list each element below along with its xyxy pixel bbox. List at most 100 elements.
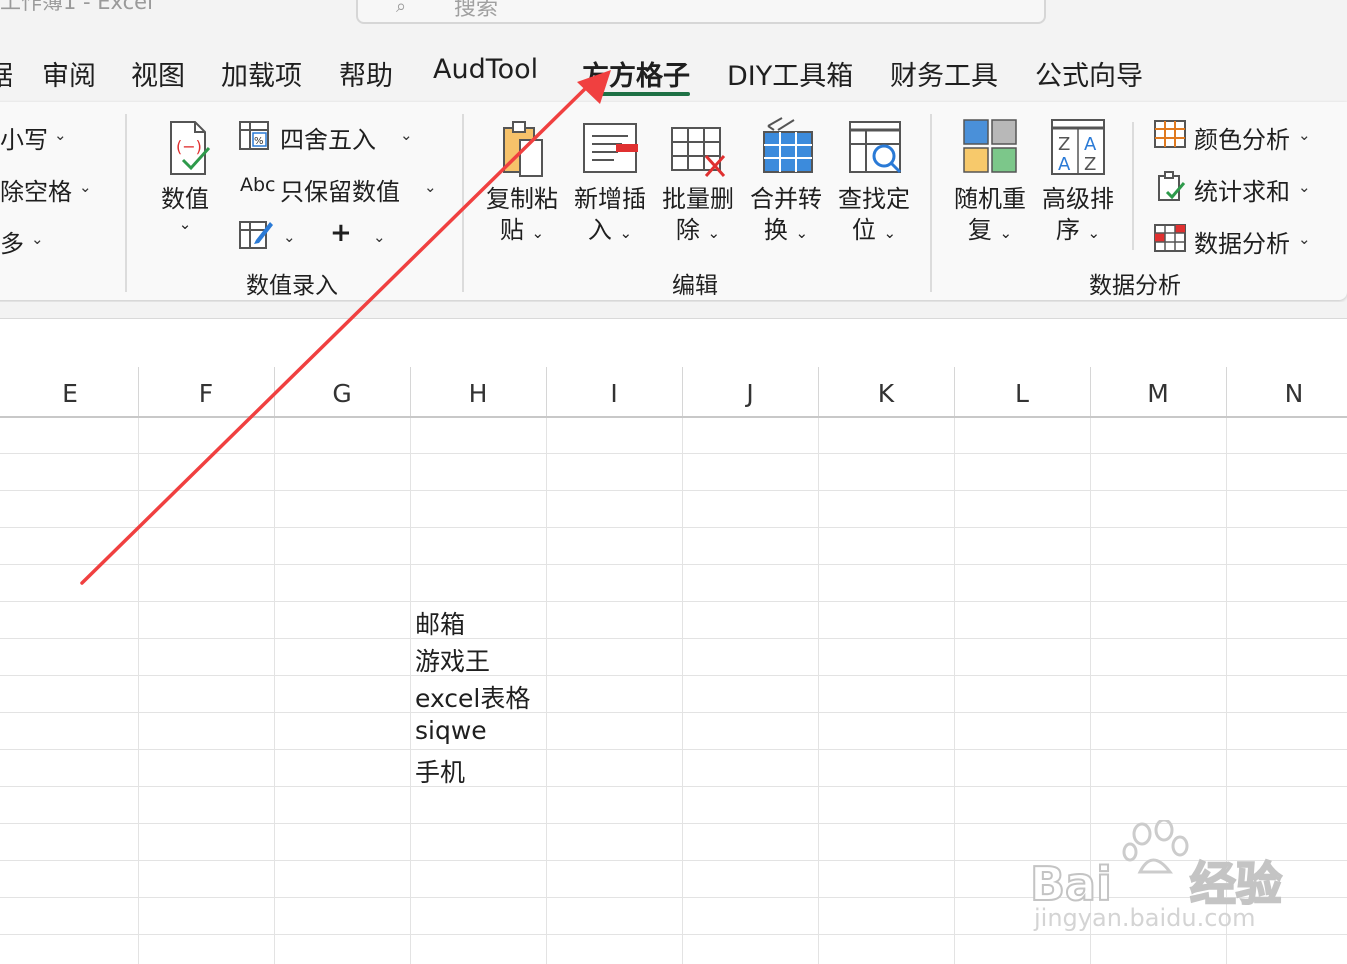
column-header-I[interactable]: I xyxy=(546,379,682,408)
advanced-sort-button[interactable]: Z A A Z 高级排 序 ⌄ xyxy=(1038,116,1118,249)
column-header-E[interactable]: E xyxy=(2,379,138,408)
round-button[interactable]: 四舍五入 xyxy=(280,120,376,155)
random-icon xyxy=(963,119,1017,173)
chevron-down-icon: ⌄ xyxy=(619,224,633,242)
column-header-M[interactable]: M xyxy=(1090,379,1226,408)
chevron-down-icon: ⌄ xyxy=(424,178,437,196)
lowercase-button[interactable]: 小写 xyxy=(0,120,48,155)
gridline xyxy=(0,527,1347,528)
group-separator xyxy=(462,114,464,292)
gridline xyxy=(0,453,1347,454)
merge-convert-icon xyxy=(763,117,813,173)
insert-label-line2: 入 ⌄ xyxy=(570,215,650,249)
group-separator xyxy=(1132,122,1134,250)
find-locate-label-line2: 位 ⌄ xyxy=(834,215,914,249)
find-icon xyxy=(849,121,902,174)
cell-H-excel[interactable]: excel表格 xyxy=(415,679,530,715)
color-analysis-icon xyxy=(1154,120,1186,148)
column-header-J[interactable]: J xyxy=(682,379,818,408)
value-button[interactable]: (−) 数值 ⌄ xyxy=(145,116,225,233)
batch-delete-button[interactable]: 批量删 除 ⌄ xyxy=(658,116,738,249)
advanced-sort-label-line2-text: 序 xyxy=(1055,216,1080,244)
group-label-numeric-entry: 数值录入 xyxy=(246,273,338,299)
merge-convert-label-line2-text: 换 xyxy=(763,216,788,244)
svg-text:(−): (−) xyxy=(176,137,202,156)
edit-grid-icon[interactable] xyxy=(238,216,274,250)
svg-text:A: A xyxy=(1084,134,1097,155)
tab-help[interactable]: 帮助 xyxy=(339,54,393,93)
random-repeat-label-line2-text: 复 xyxy=(967,216,992,244)
window-title: 工作簿1 - Excel xyxy=(0,0,153,14)
cell-H-phone[interactable]: 手机 xyxy=(415,753,465,789)
random-repeat-label-line2: 复 ⌄ xyxy=(950,215,1030,249)
group-label-edit: 编辑 xyxy=(672,273,718,299)
column-headers: E F G H I J K L M N xyxy=(0,367,1347,418)
search-box[interactable]: ⌕ 搜索 xyxy=(356,0,1046,24)
advanced-sort-label-line2: 序 ⌄ xyxy=(1038,215,1118,249)
keep-values-button[interactable]: 只保留数值 xyxy=(280,172,400,207)
batch-delete-label-line2: 除 ⌄ xyxy=(658,215,738,249)
chevron-down-icon: ⌄ xyxy=(531,224,545,242)
gridline xyxy=(546,418,547,964)
insert-rows-icon xyxy=(583,123,638,173)
tab-finance-tools[interactable]: 财务工具 xyxy=(890,54,998,93)
gridline xyxy=(0,749,1347,750)
gridline xyxy=(954,418,955,964)
column-header-N[interactable]: N xyxy=(1226,379,1347,408)
chevron-down-icon: ⌄ xyxy=(79,178,92,196)
sum-statistics-button[interactable]: 统计求和 xyxy=(1194,172,1290,207)
column-header-L[interactable]: L xyxy=(954,379,1090,408)
group-label-data-analysis: 数据分析 xyxy=(1089,273,1181,299)
more-button[interactable]: 多 xyxy=(0,224,24,259)
tab-addins[interactable]: 加载项 xyxy=(221,54,302,93)
chevron-down-icon: ⌄ xyxy=(1298,178,1311,196)
plus-button[interactable]: + xyxy=(330,218,352,248)
gridline xyxy=(682,418,683,964)
tab-view[interactable]: 视图 xyxy=(131,54,185,93)
chevron-down-icon: ⌄ xyxy=(1087,224,1101,242)
batch-delete-label-line2-text: 除 xyxy=(675,216,700,244)
find-locate-button[interactable]: 查找定 位 ⌄ xyxy=(834,116,914,249)
cell-H-siqwe[interactable]: siqwe xyxy=(415,716,487,745)
group-separator xyxy=(930,114,932,292)
watermark-brand-text: Bai xyxy=(1029,856,1113,912)
merge-convert-button[interactable]: 合并转 换 ⌄ xyxy=(746,116,826,249)
title-bar: 工作簿1 - Excel ⌕ 搜索 xyxy=(0,0,1347,40)
tab-diy-toolbox[interactable]: DIY工具箱 xyxy=(727,54,853,93)
data-analysis-button[interactable]: 数据分析 xyxy=(1194,224,1290,259)
ribbon-gap xyxy=(0,302,1347,318)
tab-review[interactable]: 审阅 xyxy=(42,54,96,93)
svg-text:%: % xyxy=(254,136,264,147)
clipboard-icon xyxy=(503,121,543,177)
column-header-K[interactable]: K xyxy=(818,379,954,408)
group-separator xyxy=(125,114,127,292)
cell-H-email[interactable]: 邮箱 xyxy=(415,605,465,641)
gridline xyxy=(0,490,1347,491)
remove-spaces-button[interactable]: 除空格 xyxy=(0,172,72,207)
gridline xyxy=(138,418,139,964)
active-tab-indicator xyxy=(592,92,690,96)
copy-paste-button[interactable]: 复制粘 贴 ⌄ xyxy=(482,116,562,249)
cell-H-game[interactable]: 游戏王 xyxy=(415,642,490,678)
chevron-down-icon: ⌄ xyxy=(373,228,386,246)
column-header-H[interactable]: H xyxy=(410,379,546,408)
svg-text:Z: Z xyxy=(1084,154,1096,175)
gridline xyxy=(0,564,1347,565)
tab-fangfanggezi[interactable]: 方方格子 xyxy=(582,54,690,93)
column-header-F[interactable]: F xyxy=(138,379,274,408)
data-analysis-icon xyxy=(1154,224,1186,252)
tab-data[interactable]: 据 xyxy=(0,54,13,93)
gridline xyxy=(0,601,1347,602)
color-analysis-button[interactable]: 颜色分析 xyxy=(1194,120,1290,155)
chevron-down-icon: ⌄ xyxy=(31,230,44,248)
random-repeat-button[interactable]: 随机重 复 ⌄ xyxy=(950,116,1030,249)
chevron-down-icon: ⌄ xyxy=(1298,126,1311,144)
column-header-G[interactable]: G xyxy=(274,379,410,408)
formula-bar[interactable] xyxy=(0,318,1347,368)
insert-button[interactable]: 新增插 入 ⌄ xyxy=(570,116,650,249)
tab-audtool[interactable]: AudTool xyxy=(433,54,538,85)
tab-formula-wizard[interactable]: 公式向导 xyxy=(1035,54,1143,93)
abc-icon: Abc xyxy=(240,174,276,196)
value-button-label: 数值 xyxy=(161,185,209,213)
baidu-watermark: Bai 经验 jingyan.baidu.com xyxy=(1029,820,1330,940)
